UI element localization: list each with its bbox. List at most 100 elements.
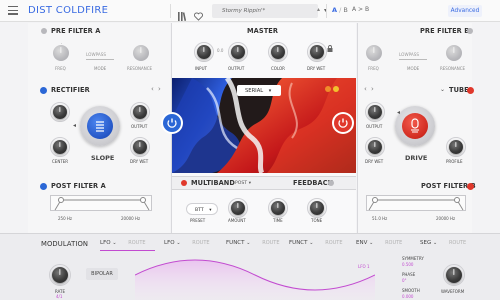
post-filter-b-power-icon[interactable] [467,183,474,190]
ab-switch[interactable]: A / B [332,6,348,14]
mod-tab-route[interactable]: ROUTE [192,240,209,246]
lfo-waveform-display[interactable] [134,257,376,300]
rectifier-next-icon[interactable]: › [158,85,161,93]
symmetry-label: SYMMETRY [402,256,424,261]
mod-tab-env[interactable]: ENV ⌄ ROUTE [356,240,402,250]
multiband-post-dropdown[interactable]: POST ▾ [235,180,255,188]
post-filter-b-high-handle[interactable] [454,197,460,203]
rectifier-dry-wet-knob[interactable] [133,140,147,154]
post-filter-b-low-handle[interactable] [372,197,378,203]
multiband-preset-value: BTT [195,208,204,213]
rectifier-output-knob[interactable] [133,105,147,119]
pre-filter-a-mode-label: MODE [94,66,107,71]
master-color-knob[interactable] [271,45,285,59]
pre-filter-b-freq-label: FREQ [368,66,379,71]
mod-tab-lfo-2[interactable]: LFO ⌄ ROUTE [164,240,210,250]
modulation-title: MODULATION [41,240,89,248]
multiband-power-icon[interactable] [181,180,187,186]
rectifier-slope-knob[interactable] [80,106,120,146]
feedback-time-knob[interactable] [271,201,285,215]
rectifier-prev-icon[interactable]: ‹ [151,85,154,93]
tube-output-knob[interactable] [368,105,382,119]
up-icon[interactable]: ▴ [317,6,320,13]
pre-filter-b-power-icon[interactable] [467,28,473,34]
mod-tab-seg[interactable]: SEG ⌄ ROUTE [420,240,466,250]
post-filter-a-high-value: 20000 Hz [121,216,141,221]
tube-dropdown-icon[interactable]: ⌄ [440,86,445,93]
multiband-amount-knob[interactable] [231,201,245,215]
feedback-power-icon[interactable] [328,180,334,186]
visualizer-indicator-yellow [333,86,339,92]
mod-tab-label: ENV [356,240,368,246]
mod-tab-funct-1[interactable]: FUNCT ⌄ ROUTE [226,240,280,250]
tube-next-icon[interactable]: › [371,85,374,93]
rectifier-dry-wet-label: DRY WET [130,159,149,164]
post-filter-a-low-handle[interactable] [58,197,64,203]
master-output-knob[interactable] [231,45,245,59]
lfo-rate-knob[interactable] [52,267,68,283]
rectifier-center-knob[interactable] [53,140,67,154]
tube-prev-icon[interactable]: ‹ [364,85,367,93]
pre-filter-b-freq-knob[interactable] [366,45,382,61]
ab-b-button[interactable]: B [343,6,347,14]
rectifier-power-button[interactable] [163,114,181,132]
post-filter-a-range-slider[interactable] [50,195,152,211]
post-filter-a-low-value: 250 Hz [58,216,73,221]
rectifier-knob-top-left[interactable] [53,105,67,119]
post-filter-b-range-slider[interactable] [366,195,466,211]
tube-profile-knob[interactable] [449,140,463,154]
multiband-post-value: POST [235,181,248,186]
tube-power-button[interactable] [334,114,352,132]
mod-tab-route[interactable]: ROUTE [385,240,402,246]
pre-filter-a-freq-knob[interactable] [53,45,69,61]
pre-filter-b-resonance-knob[interactable] [446,45,462,61]
pre-filter-b-mode-label: MODE [407,66,420,71]
multiband-preset-dropdown[interactable]: BTT ▾ [186,203,218,215]
post-filter-a-high-handle[interactable] [140,197,146,203]
lock-icon[interactable] [327,37,333,52]
lfo-waveform-knob[interactable] [446,267,462,283]
slope-pointer-icon: ◂ [73,122,77,129]
heart-icon[interactable] [194,6,203,21]
phase-value[interactable]: 0° [402,278,407,283]
symmetry-value[interactable]: 0.500 [402,262,413,267]
ab-copy-button[interactable]: A > B [352,6,369,13]
rectifier-dropdown-icon[interactable]: ⌄ [83,86,88,93]
post-filter-a-power-icon[interactable] [40,183,47,190]
lfo-tag: LFO 1 [358,264,370,269]
mod-tab-funct-2[interactable]: FUNCT ⌄ ROUTE [289,240,343,250]
rectifier-power-icon[interactable] [40,87,47,94]
mod-tab-route[interactable]: ROUTE [262,240,279,246]
rectifier-center-label: CENTER [52,159,69,164]
tube-power-icon[interactable] [467,87,474,94]
advanced-button[interactable]: Advanced [448,5,482,17]
pre-filter-a-mode-dropdown[interactable]: LOWPASS [86,52,114,60]
feedback-tone-knob[interactable] [310,201,324,215]
tube-drive-knob[interactable] [395,106,435,146]
ab-a-button[interactable]: A [332,6,337,14]
mod-tab-route[interactable]: ROUTE [128,240,145,246]
master-dry-wet-knob[interactable] [310,45,324,59]
mod-tab-label: FUNCT [226,240,245,246]
preset-arrows-icon[interactable]: ▴ [317,6,320,13]
pre-filter-a-resonance-label: RESONANCE [127,66,153,71]
menu-icon[interactable] [8,6,18,15]
preset-name-field[interactable]: Stormy Rippin'* [212,4,318,18]
master-input-knob[interactable] [197,45,211,59]
pre-filter-b-mode-dropdown[interactable]: LOWPASS [399,52,427,60]
pre-filter-a-resonance-knob[interactable] [133,45,149,61]
feedback-title: FEEDBACK [293,179,333,187]
drive-pointer-icon: ◂ [397,109,401,116]
routing-dropdown[interactable]: SERIAL ▾ [237,85,281,96]
mod-tab-lfo-1[interactable]: LFO ⌄ ROUTE [100,240,146,250]
smooth-value[interactable]: 0.000 [402,294,413,299]
multiband-post-chevron-icon: ▾ [248,181,251,186]
mod-tab-route[interactable]: ROUTE [325,240,342,246]
tube-dry-wet-knob[interactable] [368,140,382,154]
master-input-label: INPUT [195,66,207,71]
mod-tab-chevron-icon: ⌄ [369,240,374,246]
pre-filter-a-power-icon[interactable] [41,28,47,34]
mod-tab-route[interactable]: ROUTE [449,240,466,246]
library-icon[interactable] [178,6,187,21]
bipolar-button[interactable]: BIPOLAR [86,268,118,280]
